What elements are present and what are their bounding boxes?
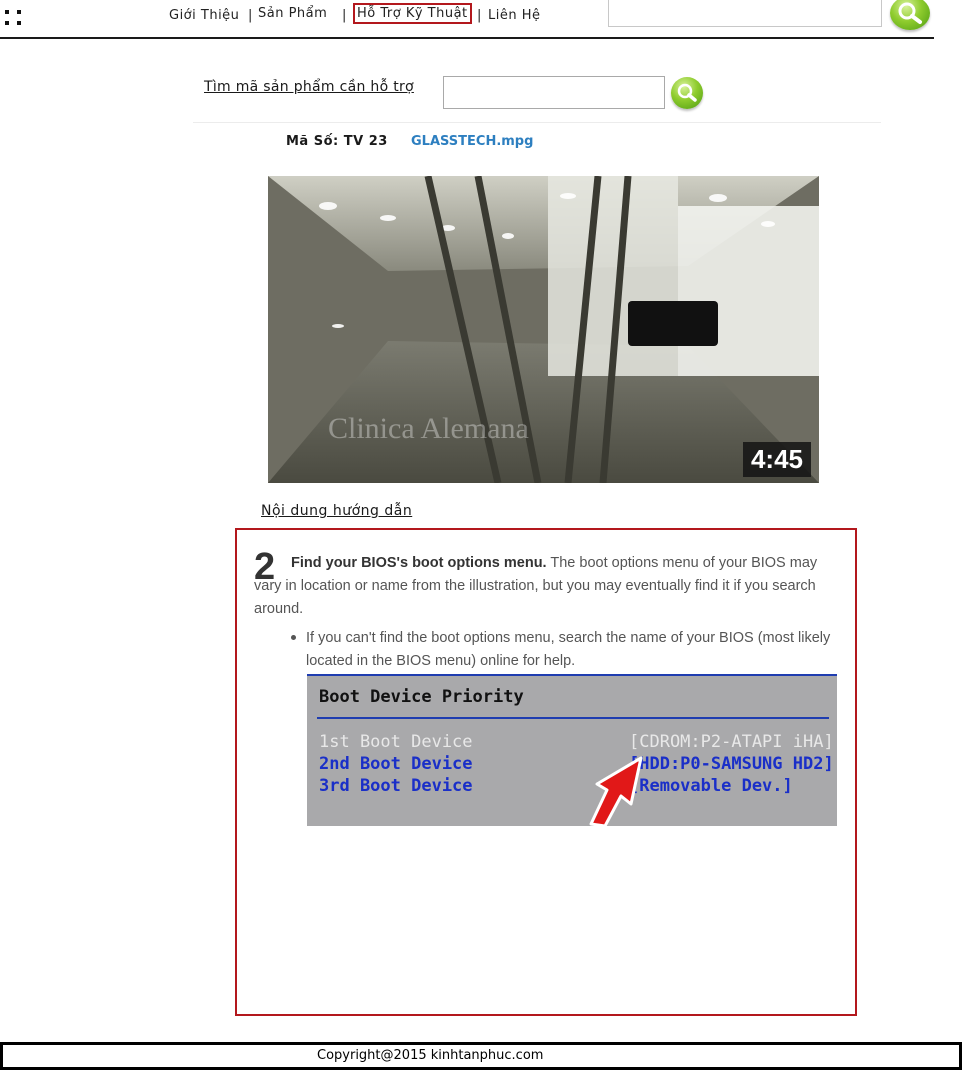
nav-separator: | (248, 8, 253, 23)
step-text: Find your BIOS's boot options menu. The … (254, 552, 839, 621)
bios-row-value: [HDD:P0-SAMSUNG HD2] (629, 754, 834, 774)
video-file-link[interactable]: GLASSTECH.mpg (411, 134, 533, 149)
product-search-button[interactable] (671, 77, 703, 109)
copyright-text: Copyright@2015 kinhtanphuc.com (317, 1048, 544, 1063)
bullet-icon (291, 635, 296, 640)
bios-row-value: [Removable Dev.] (629, 776, 793, 796)
video-duration: 4:45 (742, 442, 811, 477)
step-heading: Find your BIOS's boot options menu. (291, 555, 547, 571)
nav-separator: | (342, 8, 347, 23)
step-bullet: If you can't find the boot options menu,… (306, 630, 831, 669)
bios-title: Boot Device Priority (319, 687, 524, 707)
nav-item-lien-he[interactable]: Liên Hệ (488, 8, 541, 23)
product-code-input[interactable] (443, 76, 665, 109)
video-frame-image: Clinica Alemana (268, 176, 819, 483)
menu-grid-icon[interactable] (5, 8, 25, 28)
nav-item-ho-tro-ky-thuat[interactable]: Hỗ Trợ Kỹ Thuật (353, 3, 472, 24)
bios-boot-priority-image: Boot Device Priority 1st Boot Device [CD… (307, 674, 837, 826)
bios-row-label: 1st Boot Device (319, 732, 473, 752)
nav-item-gioi-thieu[interactable]: Giới Thiệu (169, 8, 239, 23)
guide-section-title: Nội dung hướng dẫn (261, 503, 413, 519)
nav-item-san-pham[interactable]: Sản Phẩm (258, 6, 327, 21)
video-watermark: Clinica Alemana (328, 412, 529, 445)
bios-row-label: 3rd Boot Device (319, 776, 473, 796)
video-thumbnail[interactable]: Clinica Alemana 4:45 (268, 176, 819, 483)
top-search-input[interactable] (608, 0, 882, 27)
product-code-label: Mã Số: TV 23 (286, 134, 388, 149)
bios-divider (317, 717, 829, 719)
nav-separator: | (477, 8, 482, 23)
red-arrow-icon (589, 756, 643, 826)
top-search-button[interactable] (890, 0, 930, 30)
bios-row-value: [CDROM:P2-ATAPI iHA] (629, 732, 834, 752)
magnifier-icon (677, 83, 697, 102)
divider (193, 122, 881, 123)
search-label: Tìm mã sản phẩm cần hỗ trợ (204, 79, 414, 95)
magnifier-icon (898, 2, 922, 24)
bios-row-label: 2nd Boot Device (319, 754, 473, 774)
